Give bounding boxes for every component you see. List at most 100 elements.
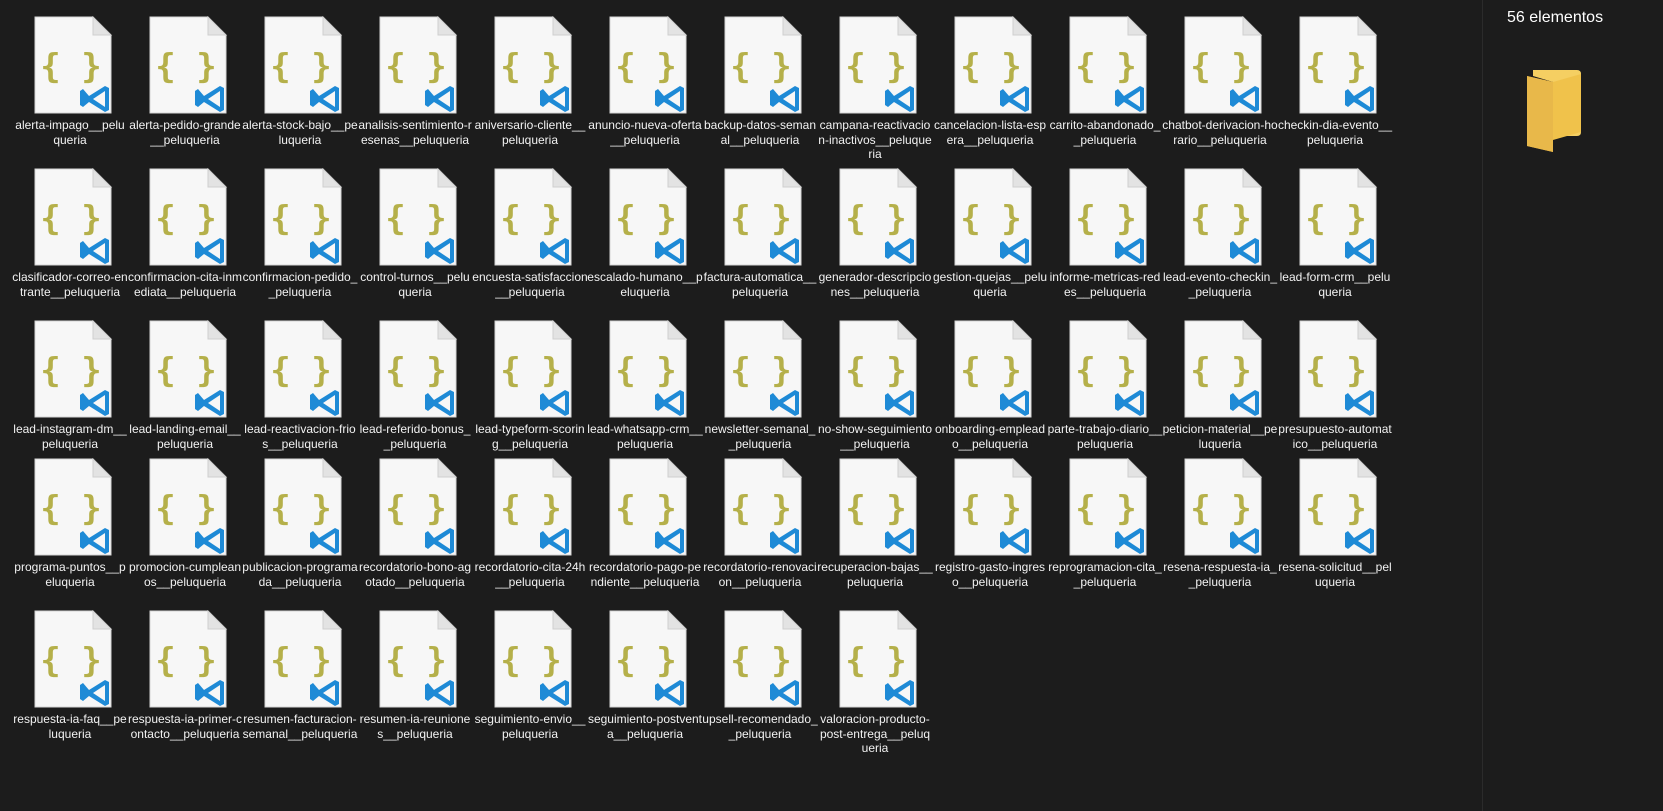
file-name: peticion-material__peluqueria bbox=[1162, 422, 1278, 451]
file-name: alerta-stock-bajo__peluqueria bbox=[242, 118, 358, 147]
file-item[interactable]: { } resumen-ia-reuniones__peluqueria bbox=[355, 602, 475, 741]
file-item[interactable]: { } promocion-cumpleanos__peluqueria bbox=[125, 450, 245, 589]
svg-text:{ }: { } bbox=[40, 199, 101, 239]
file-item[interactable]: { } checkin-dia-evento__peluqueria bbox=[1275, 8, 1395, 147]
svg-text:{ }: { } bbox=[155, 489, 216, 529]
file-item[interactable]: { } publicacion-programada__peluqueria bbox=[240, 450, 360, 589]
json-vscode-file-icon: { } bbox=[1069, 168, 1148, 266]
file-item[interactable]: { } resena-respuesta-ia__peluqueria bbox=[1160, 450, 1280, 589]
file-item[interactable]: { } respuesta-ia-faq__peluqueria bbox=[10, 602, 130, 741]
file-item[interactable]: { } lead-landing-email__peluqueria bbox=[125, 312, 245, 451]
svg-text:{ }: { } bbox=[40, 351, 101, 391]
file-name: lead-whatsapp-crm__peluqueria bbox=[587, 422, 703, 451]
file-item[interactable]: { } recordatorio-bono-agotado__peluqueria bbox=[355, 450, 475, 589]
file-item[interactable]: { } recordatorio-pago-pendiente__peluquer… bbox=[585, 450, 705, 589]
file-item[interactable]: { } newsletter-semanal__peluqueria bbox=[700, 312, 820, 451]
file-item[interactable]: { } resena-solicitud__peluqueria bbox=[1275, 450, 1395, 589]
json-vscode-file-icon: { } bbox=[149, 16, 228, 114]
svg-text:{ }: { } bbox=[40, 641, 101, 681]
file-item[interactable]: { } backup-datos-semanal__peluqueria bbox=[700, 8, 820, 147]
folder-icon bbox=[1527, 70, 1581, 152]
svg-text:{ }: { } bbox=[1190, 351, 1251, 391]
file-item[interactable]: { } carrito-abandonado__peluqueria bbox=[1045, 8, 1165, 147]
file-icon-wrap: { } bbox=[700, 312, 820, 418]
file-item[interactable]: { } presupuesto-automatico__peluqueria bbox=[1275, 312, 1395, 451]
file-item[interactable]: { } encuesta-satisfaccion__peluqueria bbox=[470, 160, 590, 299]
file-item[interactable]: { } recordatorio-renovacion__peluqueria bbox=[700, 450, 820, 589]
file-icon-wrap: { } bbox=[470, 450, 590, 556]
file-name: parte-trabajo-diario__peluqueria bbox=[1047, 422, 1163, 451]
file-item[interactable]: { } programa-puntos__peluqueria bbox=[10, 450, 130, 589]
file-item[interactable]: { } aniversario-cliente__peluqueria bbox=[470, 8, 590, 147]
file-item[interactable]: { } no-show-seguimiento__peluqueria bbox=[815, 312, 935, 451]
file-item[interactable]: { } upsell-recomendado__peluqueria bbox=[700, 602, 820, 741]
file-item[interactable]: { } informe-metricas-redes__peluqueria bbox=[1045, 160, 1165, 299]
file-item[interactable]: { } lead-evento-checkin__peluqueria bbox=[1160, 160, 1280, 299]
json-vscode-file-icon: { } bbox=[839, 320, 918, 418]
file-item[interactable]: { } lead-typeform-scoring__peluqueria bbox=[470, 312, 590, 451]
file-item[interactable]: { } gestion-quejas__peluqueria bbox=[930, 160, 1050, 299]
file-icon-wrap: { } bbox=[1275, 312, 1395, 418]
file-item[interactable]: { } registro-gasto-ingreso__peluqueria bbox=[930, 450, 1050, 589]
file-icon-wrap: { } bbox=[700, 602, 820, 708]
json-vscode-file-icon: { } bbox=[609, 16, 688, 114]
file-item[interactable]: { } generador-descripciones__peluqueria bbox=[815, 160, 935, 299]
svg-text:{ }: { } bbox=[1075, 489, 1136, 529]
file-item[interactable]: { } campana-reactivacion-inactivos__peluq… bbox=[815, 8, 935, 162]
file-item[interactable]: { } parte-trabajo-diario__peluqueria bbox=[1045, 312, 1165, 451]
file-item[interactable]: { } seguimiento-postventa__peluqueria bbox=[585, 602, 705, 741]
json-vscode-file-icon: { } bbox=[609, 168, 688, 266]
file-item[interactable]: { } confirmacion-cita-inmediata__peluquer… bbox=[125, 160, 245, 299]
file-icon-wrap: { } bbox=[355, 602, 475, 708]
svg-text:{ }: { } bbox=[270, 47, 331, 87]
file-item[interactable]: { } reprogramacion-cita__peluqueria bbox=[1045, 450, 1165, 589]
file-icon-wrap: { } bbox=[815, 450, 935, 556]
file-item[interactable]: { } escalado-humano__peluqueria bbox=[585, 160, 705, 299]
file-item[interactable]: { } seguimiento-envio__peluqueria bbox=[470, 602, 590, 741]
file-item[interactable]: { } factura-automatica__peluqueria bbox=[700, 160, 820, 299]
file-item[interactable]: { } alerta-stock-bajo__peluqueria bbox=[240, 8, 360, 147]
file-item[interactable]: { } confirmacion-pedido__peluqueria bbox=[240, 160, 360, 299]
file-item[interactable]: { } recordatorio-cita-24h__peluqueria bbox=[470, 450, 590, 589]
file-item[interactable]: { } lead-instagram-dm__peluqueria bbox=[10, 312, 130, 451]
svg-text:{ }: { } bbox=[730, 351, 791, 391]
file-icon-wrap: { } bbox=[815, 8, 935, 114]
file-item[interactable]: { } alerta-impago__peluqueria bbox=[10, 8, 130, 147]
file-item[interactable]: { } valoracion-producto-post-entrega__pel… bbox=[815, 602, 935, 756]
file-item[interactable]: { } cancelacion-lista-espera__peluqueria bbox=[930, 8, 1050, 147]
file-item[interactable]: { } anuncio-nueva-oferta__peluqueria bbox=[585, 8, 705, 147]
file-item[interactable]: { } lead-reactivacion-frios__peluqueria bbox=[240, 312, 360, 451]
file-item[interactable]: { } clasificador-correo-entrante__peluque… bbox=[10, 160, 130, 299]
file-item[interactable]: { } chatbot-derivacion-horario__peluqueri… bbox=[1160, 8, 1280, 147]
file-item[interactable]: { } onboarding-empleado__peluqueria bbox=[930, 312, 1050, 451]
file-name: chatbot-derivacion-horario__peluqueria bbox=[1162, 118, 1278, 147]
file-icon-wrap: { } bbox=[355, 8, 475, 114]
file-name: aniversario-cliente__peluqueria bbox=[474, 118, 586, 147]
file-item[interactable]: { } control-turnos__peluqueria bbox=[355, 160, 475, 299]
file-item[interactable]: { } recuperacion-bajas__peluqueria bbox=[815, 450, 935, 589]
json-vscode-file-icon: { } bbox=[149, 458, 228, 556]
file-name: confirmacion-cita-inmediata__peluqueria bbox=[127, 270, 243, 299]
json-vscode-file-icon: { } bbox=[609, 610, 688, 708]
file-item[interactable]: { } peticion-material__peluqueria bbox=[1160, 312, 1280, 451]
file-name: seguimiento-envio__peluqueria bbox=[474, 712, 586, 741]
svg-text:{ }: { } bbox=[500, 199, 561, 239]
file-item[interactable]: { } lead-referido-bonus__peluqueria bbox=[355, 312, 475, 451]
file-item[interactable]: { } respuesta-ia-primer-contacto__peluque… bbox=[125, 602, 245, 741]
file-icon-wrap: { } bbox=[125, 602, 245, 708]
json-vscode-file-icon: { } bbox=[494, 320, 573, 418]
file-icon-wrap: { } bbox=[585, 160, 705, 266]
file-name: campana-reactivacion-inactivos__peluquer… bbox=[818, 118, 932, 161]
json-vscode-file-icon: { } bbox=[264, 610, 343, 708]
json-vscode-file-icon: { } bbox=[34, 610, 113, 708]
svg-text:{ }: { } bbox=[155, 641, 216, 681]
file-item[interactable]: { } analisis-sentimiento-resenas__peluque… bbox=[355, 8, 475, 147]
svg-text:{ }: { } bbox=[845, 489, 906, 529]
file-item[interactable]: { } alerta-pedido-grande__peluqueria bbox=[125, 8, 245, 147]
svg-text:{ }: { } bbox=[730, 47, 791, 87]
file-item[interactable]: { } resumen-facturacion-semanal__peluquer… bbox=[240, 602, 360, 741]
file-name: onboarding-empleado__peluqueria bbox=[934, 422, 1046, 451]
file-item[interactable]: { } lead-form-crm__peluqueria bbox=[1275, 160, 1395, 299]
file-name: anuncio-nueva-oferta__peluqueria bbox=[588, 118, 702, 147]
file-item[interactable]: { } lead-whatsapp-crm__peluqueria bbox=[585, 312, 705, 451]
